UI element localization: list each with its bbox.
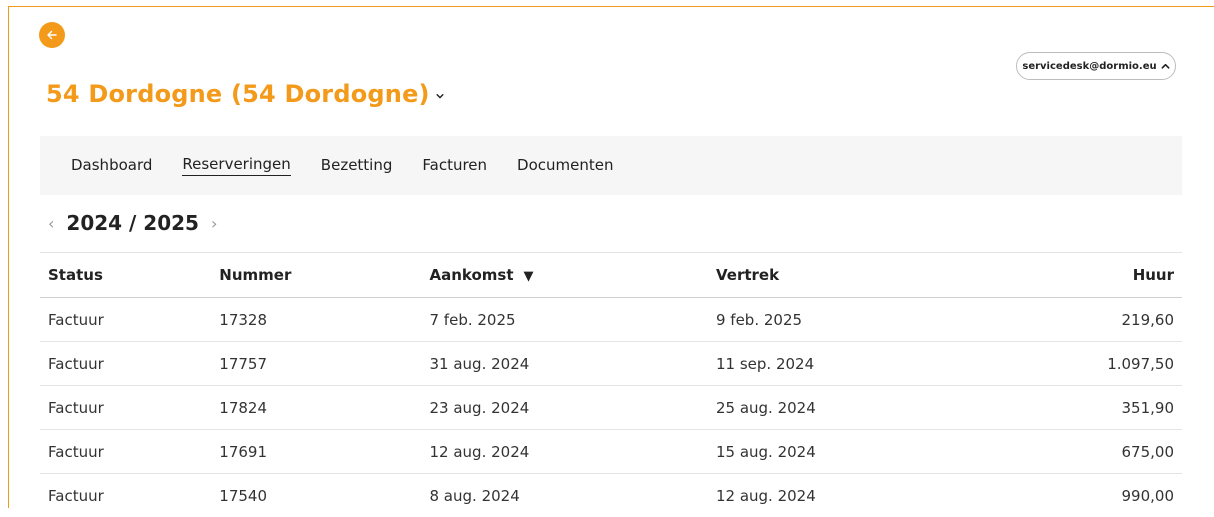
cell-huur: 351,90 bbox=[984, 386, 1182, 430]
cell-nummer: 17824 bbox=[211, 386, 421, 430]
cell-aankomst: 31 aug. 2024 bbox=[422, 342, 708, 386]
table-row[interactable]: Factuur 17824 23 aug. 2024 25 aug. 2024 … bbox=[40, 386, 1182, 430]
cell-vertrek: 12 aug. 2024 bbox=[708, 474, 984, 517]
column-header-aankomst-label: Aankomst bbox=[430, 266, 514, 284]
cell-status: Factuur bbox=[40, 430, 211, 474]
chevron-up-icon bbox=[1161, 62, 1170, 71]
cell-status: Factuur bbox=[40, 342, 211, 386]
page-title: 54 Dordogne (54 Dordogne) bbox=[46, 80, 430, 108]
table-row[interactable]: Factuur 17328 7 feb. 2025 9 feb. 2025 21… bbox=[40, 298, 1182, 342]
table-row[interactable]: Factuur 17540 8 aug. 2024 12 aug. 2024 9… bbox=[40, 474, 1182, 517]
cell-vertrek: 11 sep. 2024 bbox=[708, 342, 984, 386]
tab-facturen[interactable]: Facturen bbox=[422, 156, 487, 176]
sort-descending-icon: ▼ bbox=[524, 269, 534, 284]
table-header-row: Status Nummer Aankomst ▼ Vertrek Huur bbox=[40, 253, 1182, 298]
cell-aankomst: 8 aug. 2024 bbox=[422, 474, 708, 517]
column-header-nummer[interactable]: Nummer bbox=[211, 253, 421, 298]
chevron-down-icon bbox=[436, 92, 444, 100]
reservations-table: Status Nummer Aankomst ▼ Vertrek Huur Fac… bbox=[40, 252, 1182, 517]
cell-aankomst: 12 aug. 2024 bbox=[422, 430, 708, 474]
tab-reserveringen[interactable]: Reserveringen bbox=[182, 155, 290, 176]
main-nav: Dashboard Reserveringen Bezetting Factur… bbox=[40, 136, 1182, 195]
tab-documenten[interactable]: Documenten bbox=[517, 156, 613, 176]
cell-huur: 1.097,50 bbox=[984, 342, 1182, 386]
column-header-aankomst[interactable]: Aankomst ▼ bbox=[422, 253, 708, 298]
column-header-vertrek[interactable]: Vertrek bbox=[708, 253, 984, 298]
cell-huur: 675,00 bbox=[984, 430, 1182, 474]
tab-bezetting[interactable]: Bezetting bbox=[321, 156, 393, 176]
cell-nummer: 17328 bbox=[211, 298, 421, 342]
cell-vertrek: 15 aug. 2024 bbox=[708, 430, 984, 474]
cell-nummer: 17691 bbox=[211, 430, 421, 474]
cell-status: Factuur bbox=[40, 298, 211, 342]
cell-huur: 219,60 bbox=[984, 298, 1182, 342]
chevron-left-icon[interactable]: ‹ bbox=[48, 214, 54, 233]
column-header-huur[interactable]: Huur bbox=[984, 253, 1182, 298]
year-label: 2024 / 2025 bbox=[66, 211, 199, 235]
chevron-right-icon[interactable]: › bbox=[211, 214, 217, 233]
cell-vertrek: 9 feb. 2025 bbox=[708, 298, 984, 342]
arrow-left-icon bbox=[46, 29, 58, 41]
property-title-dropdown[interactable]: 54 Dordogne (54 Dordogne) bbox=[46, 80, 444, 108]
cell-aankomst: 23 aug. 2024 bbox=[422, 386, 708, 430]
table-row[interactable]: Factuur 17691 12 aug. 2024 15 aug. 2024 … bbox=[40, 430, 1182, 474]
user-email: servicedesk@dormio.eu bbox=[1022, 61, 1156, 72]
back-button[interactable] bbox=[39, 22, 65, 48]
cell-vertrek: 25 aug. 2024 bbox=[708, 386, 984, 430]
year-selector: ‹ 2024 / 2025 › bbox=[48, 208, 217, 238]
cell-status: Factuur bbox=[40, 474, 211, 517]
cell-huur: 990,00 bbox=[984, 474, 1182, 517]
cell-aankomst: 7 feb. 2025 bbox=[422, 298, 708, 342]
cell-nummer: 17540 bbox=[211, 474, 421, 517]
cell-status: Factuur bbox=[40, 386, 211, 430]
table-row[interactable]: Factuur 17757 31 aug. 2024 11 sep. 2024 … bbox=[40, 342, 1182, 386]
column-header-status[interactable]: Status bbox=[40, 253, 211, 298]
tab-dashboard[interactable]: Dashboard bbox=[71, 156, 152, 176]
user-menu-button[interactable]: servicedesk@dormio.eu bbox=[1016, 52, 1176, 80]
cell-nummer: 17757 bbox=[211, 342, 421, 386]
